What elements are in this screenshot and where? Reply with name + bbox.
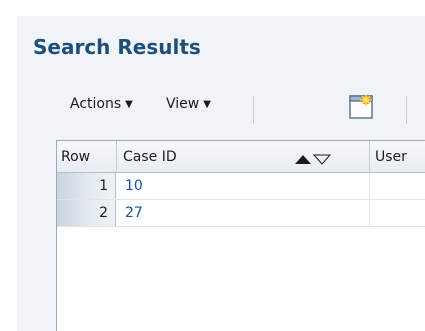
row-number: 2 bbox=[57, 200, 116, 226]
view-menu-label: View bbox=[166, 96, 200, 112]
new-document-icon[interactable] bbox=[347, 91, 377, 121]
sort-toggle-icon[interactable] bbox=[293, 152, 331, 166]
toolbar-separator bbox=[253, 96, 254, 124]
table-header: Row Case ID User bbox=[57, 140, 425, 173]
column-divider bbox=[369, 173, 370, 199]
column-header-user[interactable]: User bbox=[370, 141, 425, 173]
row-number: 1 bbox=[57, 173, 116, 199]
chevron-down-icon: ▼ bbox=[203, 99, 211, 110]
column-header-user-label: User bbox=[375, 149, 407, 165]
table-row[interactable]: 2 27 bbox=[57, 200, 425, 227]
view-menu[interactable]: View ▼ bbox=[166, 96, 211, 112]
column-divider bbox=[369, 200, 370, 226]
page-title: Search Results bbox=[33, 35, 201, 59]
column-header-case-id[interactable]: Case ID bbox=[117, 141, 370, 173]
chevron-down-icon: ▼ bbox=[125, 99, 133, 110]
table-row[interactable]: 1 10 bbox=[57, 173, 425, 200]
actions-menu[interactable]: Actions ▼ bbox=[70, 96, 133, 112]
case-id-link[interactable]: 27 bbox=[125, 200, 143, 226]
toolbar-separator bbox=[406, 96, 407, 124]
column-header-row[interactable]: Row bbox=[57, 141, 117, 173]
toolbar: Actions ▼ View ▼ bbox=[70, 88, 425, 132]
column-header-row-label: Row bbox=[61, 149, 91, 165]
actions-menu-label: Actions bbox=[70, 96, 122, 112]
case-id-link[interactable]: 10 bbox=[125, 173, 143, 199]
column-header-case-id-label: Case ID bbox=[123, 149, 177, 165]
results-table: Row Case ID User 1 10 2 27 bbox=[56, 140, 425, 331]
